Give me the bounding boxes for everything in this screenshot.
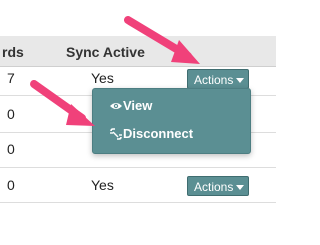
annotation-arrow-disconnect bbox=[30, 80, 95, 126]
annotation-arrows bbox=[30, 16, 200, 126]
annotation-arrow-actions bbox=[124, 16, 200, 64]
